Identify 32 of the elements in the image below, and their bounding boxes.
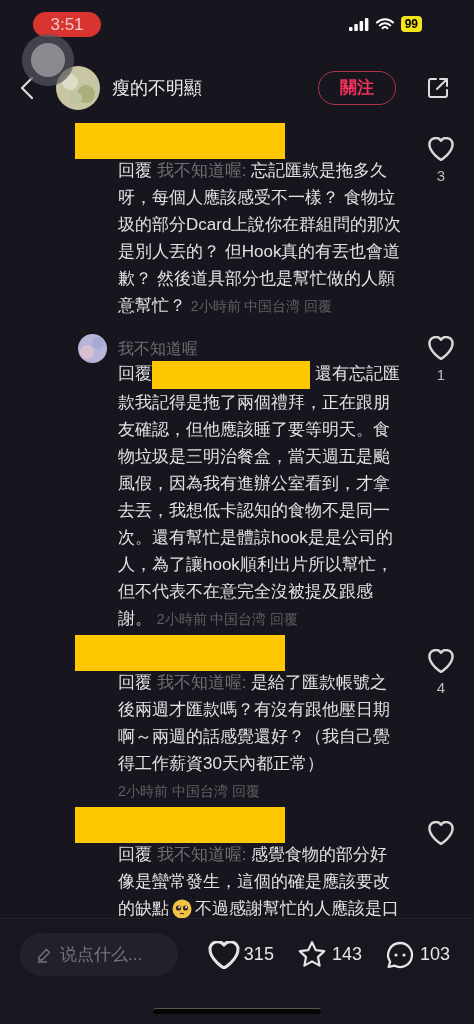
like-icon[interactable] <box>207 940 240 969</box>
assistive-touch-button[interactable] <box>22 34 74 86</box>
comment-input-field[interactable]: 说点什么... <box>20 933 178 976</box>
pencil-icon <box>36 946 52 963</box>
like-icon[interactable] <box>428 820 454 845</box>
comment-text: 回覆 我不知道喔: 是給了匯款帳號之後兩週才匯款嗎？有沒有跟他壓日期啊～兩週的話感覺還好？（我自己覺得工作薪資30天內都正常） 2小時前 中国台湾 回覆 <box>118 671 391 801</box>
home-indicator[interactable] <box>153 1008 321 1014</box>
comment-text: 回覆 我不知道喔: 感覺食物的部分好像是蠻常發生，這個的確是應該要改的缺點 不過感謝幫忙的人應該是口 <box>118 843 400 918</box>
battery-level: 99 <box>400 16 422 32</box>
like-icon[interactable] <box>428 648 454 673</box>
reply-link[interactable]: 回覆 <box>304 298 333 314</box>
share-icon[interactable] <box>426 76 450 100</box>
back-icon[interactable] <box>20 76 34 100</box>
like-count: 3 <box>436 166 446 186</box>
like-icon[interactable] <box>428 137 454 161</box>
avatar[interactable] <box>78 334 107 363</box>
wifi-icon <box>375 17 394 31</box>
favorite-count: 143 <box>331 943 362 966</box>
comment-text: 回覆 我不知道喔: 忘記匯款是拖多久呀，每個人應該感受不一樣？ 食物垃圾的部分Dcard上說你在群組問的那次是別人丟的？ 但Hook真的有丟也會道歉？ 然後道具部分也是幫忙做的人願意幫忙？ 2小時前 中国台湾 回覆 <box>118 160 403 317</box>
like-count: 315 <box>243 943 274 966</box>
comment-text: 回覆 還有忘記匯款我記得是拖了兩個禮拜，正在跟朋友確認，但他應該睡了要等明天。食物垃圾是三明治餐盒，當天週五是颱風假，因為我有進辦公室看到，才拿去丟，我想低卡認知的食物不是同一次。還有幫忙是體諒hook是是公司的人，為了讓hook順利出片所以幫忙，但不代表不在意完全沒被提及跟感謝。 2小時前 中国台湾 回覆 <box>118 360 403 633</box>
status-time: 3:51 <box>33 12 101 37</box>
like-count: 1 <box>436 365 446 385</box>
author-name[interactable]: 瘦的不明顯 <box>112 74 318 102</box>
like-icon[interactable] <box>428 336 454 360</box>
comment-count: 103 <box>419 943 450 966</box>
reply-link[interactable]: 回覆 <box>270 610 299 627</box>
like-count: 4 <box>436 677 446 698</box>
signal-icon <box>348 17 369 31</box>
commenter-name[interactable]: 我不知道喔 <box>118 336 198 361</box>
reply-link[interactable]: 回覆 <box>231 782 260 799</box>
avatar[interactable] <box>56 66 100 110</box>
